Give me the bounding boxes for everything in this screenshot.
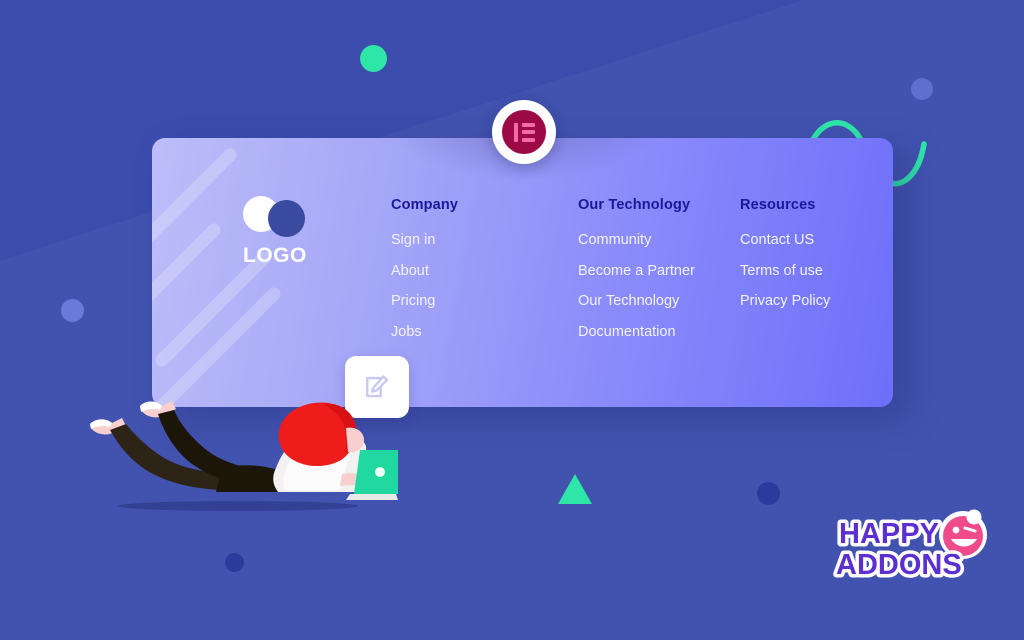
footer-link-jobs[interactable]: Jobs: [391, 324, 458, 340]
footer-column-company: Company Sign in About Pricing Jobs: [391, 197, 458, 355]
green-dot-decoration: [360, 45, 387, 72]
brand-logo-text: LOGO: [243, 244, 307, 267]
footer-link-terms-of-use[interactable]: Terms of use: [740, 263, 830, 279]
watermark-addons-text: ADDONS: [836, 549, 962, 581]
footer-link-privacy-policy[interactable]: Privacy Policy: [740, 294, 830, 309]
logo-navy-circle-icon: [268, 200, 305, 237]
light-blue-dot-top-right-decoration: [911, 78, 933, 100]
elementor-badge[interactable]: [492, 100, 556, 164]
happy-addons-watermark-logo: HAPPY HAPPY ADDONS ADDONS: [833, 509, 987, 585]
footer-link-become-a-partner[interactable]: Become a Partner: [578, 263, 695, 279]
dark-blue-dot-lower-left-decoration: [225, 553, 244, 572]
elementor-logo-bar-vertical: [513, 122, 518, 142]
light-blue-dot-left-decoration: [61, 299, 84, 322]
footer-link-contact-us[interactable]: Contact US: [740, 233, 830, 248]
footer-link-about[interactable]: About: [391, 263, 458, 279]
dark-blue-dot-center-decoration: [757, 482, 780, 505]
elementor-logo-bar-3: [521, 137, 535, 142]
footer-link-community[interactable]: Community: [578, 233, 695, 248]
brand-logo-marks: [243, 196, 323, 240]
elementor-logo-icon: [502, 110, 546, 154]
footer-column-our-technology: Our Technology Community Become a Partne…: [578, 197, 695, 355]
elementor-logo-bars-horizontal: [521, 122, 535, 142]
footer-link-pricing[interactable]: Pricing: [391, 294, 458, 309]
footer-column-title-resources: Resources: [740, 197, 816, 213]
footer-design-canvas: LOGO Company Sign in About Pricing Jobs …: [0, 0, 1024, 640]
footer-link-our-technology[interactable]: Our Technology: [578, 294, 695, 309]
watermark-happy-text: HAPPY: [839, 518, 939, 550]
elementor-logo-bar-2: [521, 130, 535, 134]
brand-logo: LOGO: [243, 196, 323, 268]
footer-column-title-company: Company: [391, 197, 459, 213]
footer-column-resources: Resources Contact US Terms of use Privac…: [740, 197, 830, 325]
footer-link-sign-in[interactable]: Sign in: [391, 233, 458, 248]
footer-column-title-our-technology: Our Technology: [578, 197, 691, 213]
elementor-logo-bar-1: [521, 122, 535, 127]
woman-lying-with-laptop-illustration: [90, 401, 398, 511]
footer-link-documentation[interactable]: Documentation: [578, 324, 695, 340]
green-triangle-decoration: [558, 474, 592, 504]
